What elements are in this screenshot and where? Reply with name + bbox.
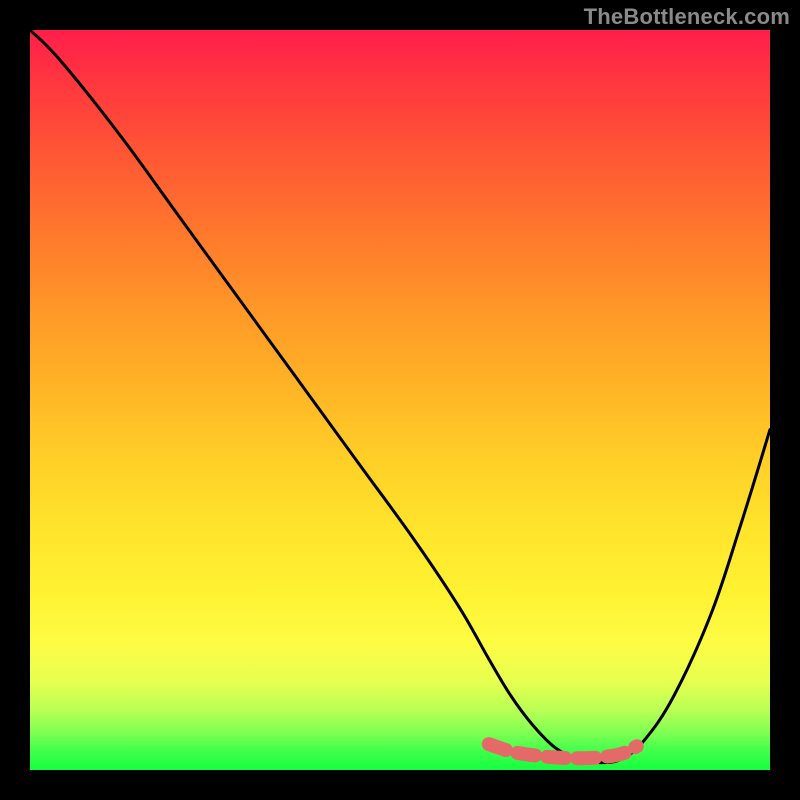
bottleneck-curve [30,30,770,763]
watermark-label: TheBottleneck.com [584,4,790,30]
chart-svg [30,30,770,770]
chart-frame: TheBottleneck.com [0,0,800,800]
optimal-range-band [489,744,637,758]
